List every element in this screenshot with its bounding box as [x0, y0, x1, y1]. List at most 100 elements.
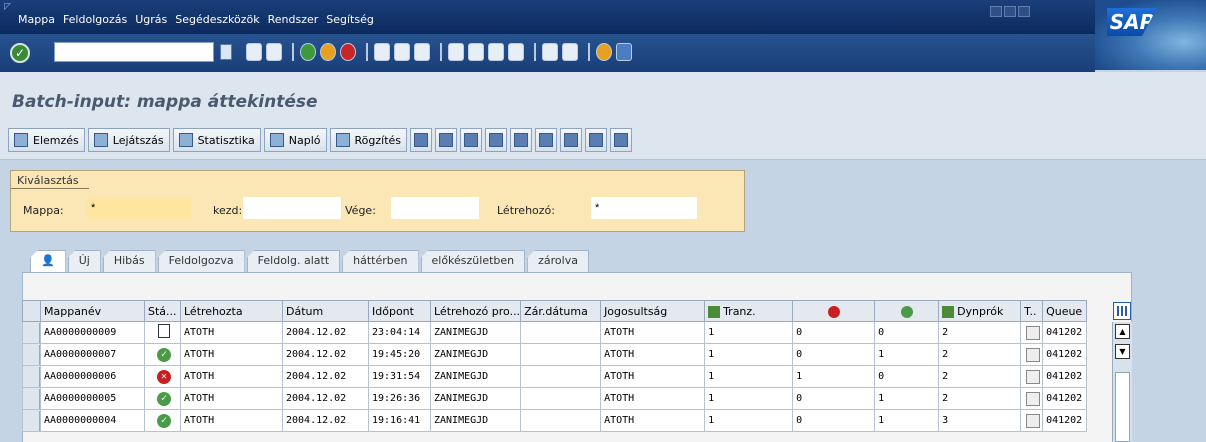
next-page-icon[interactable]: [488, 43, 504, 61]
window-menu-icon[interactable]: ◸: [4, 2, 11, 12]
cell-t[interactable]: [1020, 409, 1044, 432]
cell-zar-datuma: [520, 387, 602, 410]
tab-new[interactable]: Új: [67, 250, 101, 272]
row-selector[interactable]: [22, 321, 41, 344]
col-status[interactable]: Stá...: [144, 300, 181, 322]
mappa-input[interactable]: [87, 197, 191, 219]
back-icon[interactable]: [300, 43, 316, 61]
close-window-button[interactable]: [1018, 6, 1030, 17]
col-queue[interactable]: Queue: [1042, 300, 1088, 322]
row-selector[interactable]: [22, 387, 41, 410]
cancel-icon[interactable]: [340, 43, 356, 61]
row-checkbox[interactable]: [1026, 347, 1041, 362]
enter-button[interactable]: ✓: [10, 43, 30, 63]
row-checkbox[interactable]: [1026, 413, 1041, 428]
col-dynprok[interactable]: Dynprók: [938, 300, 1022, 322]
exit-icon[interactable]: [320, 43, 336, 61]
col-idopont[interactable]: Időpont: [368, 300, 431, 322]
cell-t[interactable]: [1020, 343, 1044, 366]
command-field[interactable]: [54, 42, 214, 62]
cell-t[interactable]: [1020, 387, 1044, 410]
table-vertical-scrollbar[interactable]: ▲ ▼: [1112, 322, 1132, 442]
previous-page-icon[interactable]: [468, 43, 484, 61]
letrehozo-input[interactable]: [591, 197, 697, 219]
scroll-up-button[interactable]: ▲: [1115, 324, 1130, 339]
cell-dynprok: 3: [938, 409, 1022, 432]
row-checkbox[interactable]: [1026, 369, 1041, 384]
command-history-dropdown[interactable]: [220, 44, 232, 60]
column-config-icon[interactable]: [1113, 302, 1131, 320]
col-datum[interactable]: Dátum: [282, 300, 369, 322]
print-list-button[interactable]: [535, 128, 558, 152]
save-icon[interactable]: [266, 43, 282, 61]
table-row[interactable]: AA0000000006 ✕ ATOTH 2004.12.02 19:31:54…: [22, 365, 1088, 388]
log-button[interactable]: Napló: [263, 128, 327, 152]
row-checkbox[interactable]: [1026, 391, 1041, 406]
kezd-input[interactable]: [243, 197, 341, 219]
cell-status: [144, 321, 181, 344]
row-selector[interactable]: [22, 365, 41, 388]
statistics-button[interactable]: Statisztika: [172, 128, 261, 152]
table-row[interactable]: AA0000000004 ✓ ATOTH 2004.12.02 19:16:41…: [22, 409, 1088, 432]
scroll-down-button[interactable]: ▼: [1115, 344, 1130, 359]
edit-button[interactable]: [485, 128, 508, 152]
row-selector[interactable]: [22, 409, 41, 432]
maximize-button[interactable]: [1004, 6, 1016, 17]
record-button[interactable]: Rögzítés: [329, 128, 408, 152]
cell-t[interactable]: [1020, 321, 1044, 344]
scroll-thumb[interactable]: [1115, 372, 1130, 442]
info-button[interactable]: [610, 128, 633, 152]
table-row[interactable]: AA0000000009 ATOTH 2004.12.02 23:04:14 Z…: [22, 321, 1088, 344]
menu-ugras[interactable]: Ugrás: [135, 13, 167, 26]
lock-button[interactable]: [435, 128, 458, 152]
filter-button[interactable]: [510, 128, 533, 152]
menu-rendszer[interactable]: Rendszer: [268, 13, 319, 26]
col-tranz[interactable]: Tranz.: [704, 300, 794, 322]
col-errors[interactable]: [792, 300, 876, 322]
cell-letrehozo-program: ZANIMEGJD: [429, 343, 522, 366]
row-selector[interactable]: [22, 343, 41, 366]
menu-segedeszkozok[interactable]: Segédeszközök: [175, 13, 259, 26]
vege-input[interactable]: [391, 197, 479, 219]
tab-in-process[interactable]: Feldolg. alatt: [246, 250, 341, 272]
help-icon[interactable]: [596, 43, 612, 61]
row-checkbox[interactable]: [1026, 325, 1041, 340]
unlock-button[interactable]: [460, 128, 483, 152]
table-row[interactable]: AA0000000007 ✓ ATOTH 2004.12.02 19:45:20…: [22, 343, 1088, 366]
col-letrehozta[interactable]: Létrehozta: [180, 300, 283, 322]
analysis-button[interactable]: Elemzés: [8, 128, 85, 152]
col-jogosultsag[interactable]: Jogosultság: [600, 300, 706, 322]
minimize-button[interactable]: [990, 6, 1002, 17]
last-page-icon[interactable]: [508, 43, 524, 61]
select-all-button[interactable]: [585, 128, 608, 152]
col-zar-datuma[interactable]: Zár.dátuma: [520, 300, 602, 322]
col-letrehozo-program[interactable]: Létrehozó pro...: [429, 300, 522, 322]
find-next-icon[interactable]: [414, 43, 430, 61]
new-session-icon[interactable]: [542, 43, 558, 61]
tab-locked[interactable]: zárolva: [527, 250, 589, 272]
menu-mappa[interactable]: Mappa: [18, 13, 55, 26]
menu-segitseg[interactable]: Segítség: [326, 13, 374, 26]
export-button[interactable]: [560, 128, 583, 152]
standard-toolbar: ✓: [0, 34, 1095, 72]
menu-feldolgozas[interactable]: Feldolgozás: [63, 13, 127, 26]
tab-error[interactable]: Hibás: [102, 250, 156, 272]
tab-all[interactable]: 👤: [30, 250, 66, 272]
shortcut-icon[interactable]: [562, 43, 578, 61]
play-button[interactable]: Lejátszás: [87, 128, 170, 152]
tab-processed[interactable]: Feldolgozva: [157, 250, 245, 272]
back-arrow-icon[interactable]: [246, 43, 262, 61]
delete-button[interactable]: [410, 128, 433, 152]
tab-being-created[interactable]: előkészületben: [420, 250, 526, 272]
table-row[interactable]: AA0000000005 ✓ ATOTH 2004.12.02 19:26:36…: [22, 387, 1088, 410]
find-icon[interactable]: [394, 43, 410, 61]
tab-background[interactable]: háttérben: [342, 250, 419, 272]
select-all-cell[interactable]: [22, 300, 41, 322]
layout-menu-icon[interactable]: [616, 43, 632, 61]
cell-t[interactable]: [1020, 365, 1044, 388]
first-page-icon[interactable]: [448, 43, 464, 61]
col-mappanev[interactable]: Mappanév: [40, 300, 145, 322]
print-icon[interactable]: [374, 43, 390, 61]
col-t[interactable]: T..: [1020, 300, 1044, 322]
col-processed[interactable]: [874, 300, 940, 322]
